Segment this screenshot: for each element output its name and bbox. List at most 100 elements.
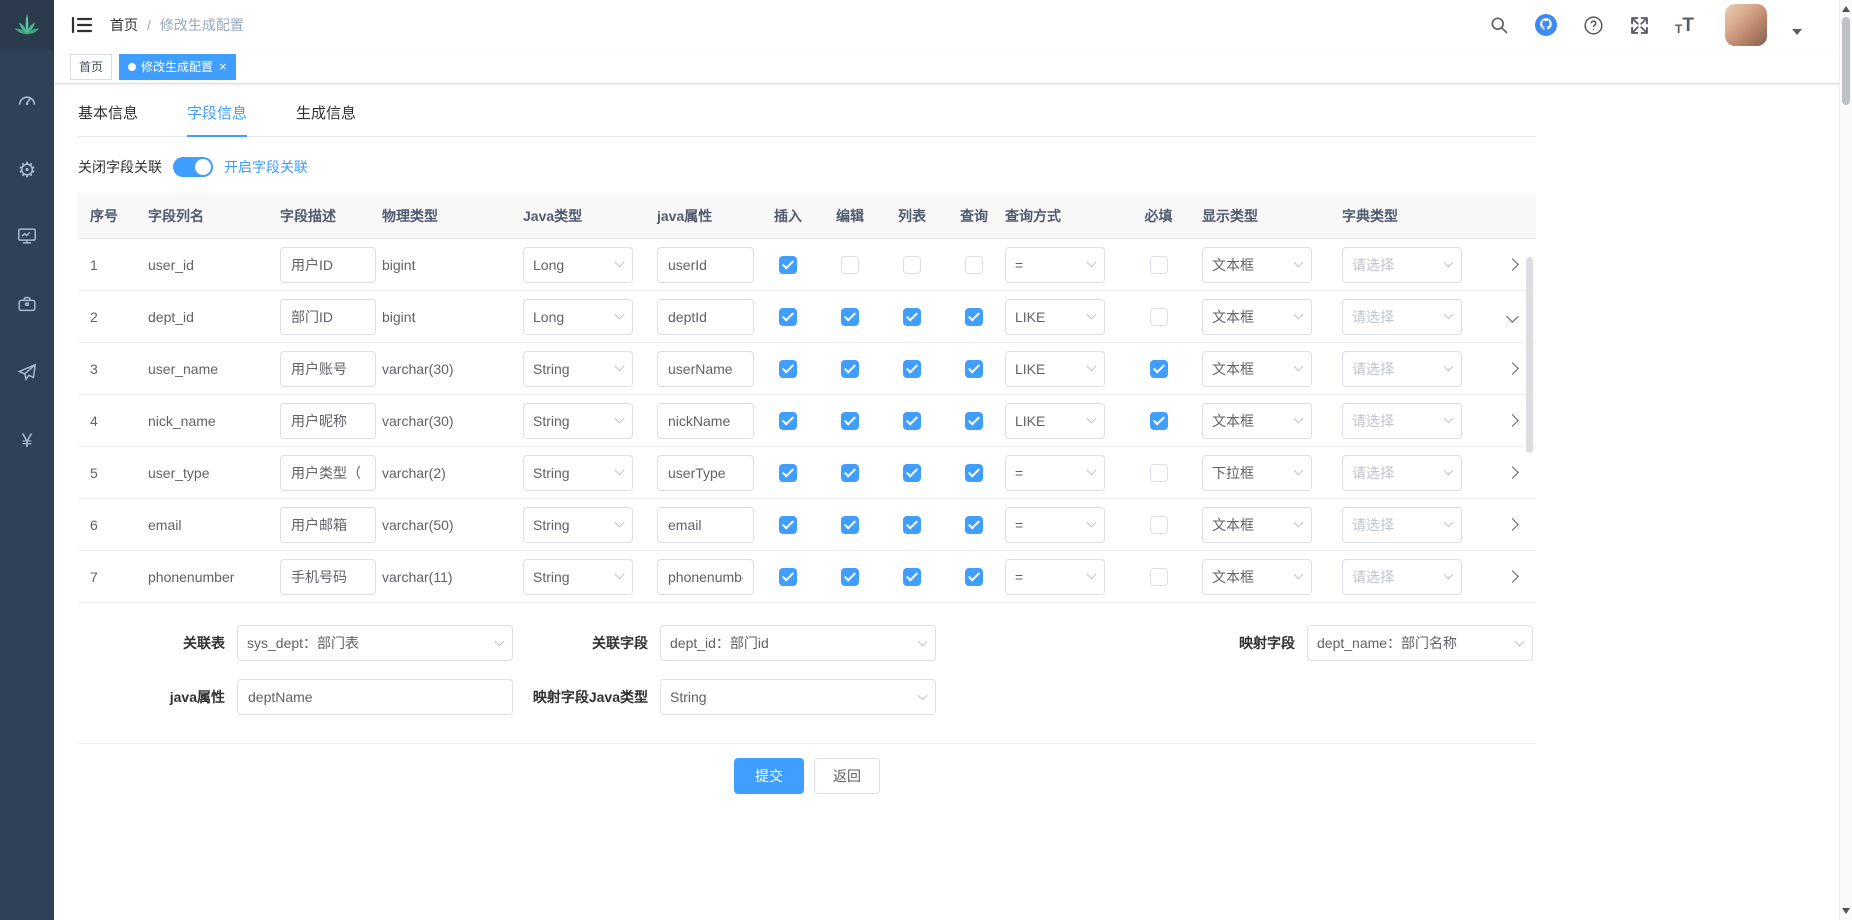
- back-button[interactable]: 返回: [814, 758, 880, 794]
- java-type-select[interactable]: Long: [523, 299, 633, 335]
- sidebar-item-finance[interactable]: ¥: [0, 408, 54, 476]
- html-type-select[interactable]: 文本框: [1202, 299, 1312, 335]
- dict-type-select[interactable]: 请选择: [1342, 507, 1462, 543]
- list-checkbox[interactable]: [903, 464, 921, 482]
- insert-checkbox[interactable]: [779, 360, 797, 378]
- submit-button[interactable]: 提交: [734, 758, 804, 794]
- help-icon[interactable]: [1583, 15, 1604, 36]
- required-checkbox[interactable]: [1150, 308, 1168, 326]
- java-field-input[interactable]: [657, 559, 754, 595]
- html-type-select[interactable]: 下拉框: [1202, 455, 1312, 491]
- edit-checkbox[interactable]: [841, 412, 859, 430]
- insert-checkbox[interactable]: [779, 568, 797, 586]
- description-input[interactable]: [280, 455, 376, 491]
- expand-row-icon[interactable]: [1506, 414, 1519, 427]
- query-checkbox[interactable]: [965, 516, 983, 534]
- sidebar-item-tool[interactable]: [0, 272, 54, 340]
- list-checkbox[interactable]: [903, 568, 921, 586]
- description-input[interactable]: [280, 507, 376, 543]
- font-size-icon[interactable]: TT: [1675, 16, 1694, 35]
- java-field-input[interactable]: [657, 299, 754, 335]
- expand-row-icon[interactable]: [1506, 466, 1519, 479]
- dict-type-select[interactable]: 请选择: [1342, 559, 1462, 595]
- edit-checkbox[interactable]: [841, 360, 859, 378]
- insert-checkbox[interactable]: [779, 308, 797, 326]
- description-input[interactable]: [280, 247, 376, 283]
- query-type-select[interactable]: LIKE: [1005, 299, 1105, 335]
- sidebar-item-monitor[interactable]: [0, 204, 54, 272]
- tab-basic-info[interactable]: 基本信息: [78, 102, 138, 123]
- java-field-input[interactable]: [657, 403, 754, 439]
- html-type-select[interactable]: 文本框: [1202, 247, 1312, 283]
- query-checkbox[interactable]: [965, 360, 983, 378]
- java-field-input[interactable]: [657, 455, 754, 491]
- query-checkbox[interactable]: [965, 464, 983, 482]
- html-type-select[interactable]: 文本框: [1202, 403, 1312, 439]
- required-checkbox[interactable]: [1150, 256, 1168, 274]
- edit-checkbox[interactable]: [841, 464, 859, 482]
- exp-java-field-input[interactable]: [237, 679, 513, 715]
- java-field-input[interactable]: [657, 351, 754, 387]
- dict-type-select[interactable]: 请选择: [1342, 455, 1462, 491]
- java-type-select[interactable]: String: [523, 455, 633, 491]
- insert-checkbox[interactable]: [779, 464, 797, 482]
- java-field-input[interactable]: [657, 507, 754, 543]
- tab-field-info[interactable]: 字段信息: [187, 102, 247, 123]
- edit-checkbox[interactable]: [841, 256, 859, 274]
- sidebar-collapse-icon[interactable]: [70, 15, 94, 35]
- required-checkbox[interactable]: [1150, 360, 1168, 378]
- list-checkbox[interactable]: [903, 308, 921, 326]
- dict-type-select[interactable]: 请选择: [1342, 351, 1462, 387]
- expand-row-icon[interactable]: [1506, 570, 1519, 583]
- github-icon[interactable]: [1534, 13, 1558, 37]
- dict-type-select[interactable]: 请选择: [1342, 247, 1462, 283]
- description-input[interactable]: [280, 299, 376, 335]
- insert-checkbox[interactable]: [779, 412, 797, 430]
- mapping-java-type-select[interactable]: String: [660, 679, 936, 715]
- query-checkbox[interactable]: [965, 412, 983, 430]
- html-type-select[interactable]: 文本框: [1202, 559, 1312, 595]
- required-checkbox[interactable]: [1150, 516, 1168, 534]
- edit-checkbox[interactable]: [841, 516, 859, 534]
- sidebar-item-deploy[interactable]: [0, 340, 54, 408]
- insert-checkbox[interactable]: [779, 256, 797, 274]
- java-type-select[interactable]: String: [523, 403, 633, 439]
- expand-row-icon[interactable]: [1506, 362, 1519, 375]
- java-type-select[interactable]: String: [523, 559, 633, 595]
- list-checkbox[interactable]: [903, 256, 921, 274]
- insert-checkbox[interactable]: [779, 516, 797, 534]
- tab-gen-info[interactable]: 生成信息: [296, 102, 356, 123]
- scroll-down-icon[interactable]: [1842, 908, 1850, 914]
- java-type-select[interactable]: String: [523, 507, 633, 543]
- list-checkbox[interactable]: [903, 360, 921, 378]
- expand-row-icon[interactable]: [1506, 310, 1519, 323]
- query-checkbox[interactable]: [965, 568, 983, 586]
- app-logo[interactable]: [0, 0, 54, 50]
- table-scrollbar-thumb[interactable]: [1526, 257, 1533, 453]
- tag-active-page[interactable]: 修改生成配置 ×: [119, 54, 236, 80]
- mapping-field-select[interactable]: dept_name：部门名称: [1307, 625, 1533, 661]
- dict-type-select[interactable]: 请选择: [1342, 299, 1462, 335]
- query-checkbox[interactable]: [965, 308, 983, 326]
- search-icon[interactable]: [1489, 15, 1509, 35]
- breadcrumb-home[interactable]: 首页: [110, 15, 138, 35]
- query-type-select[interactable]: LIKE: [1005, 403, 1105, 439]
- required-checkbox[interactable]: [1150, 464, 1168, 482]
- description-input[interactable]: [280, 403, 376, 439]
- description-input[interactable]: [280, 559, 376, 595]
- relation-field-select[interactable]: dept_id：部门id: [660, 625, 936, 661]
- query-type-select[interactable]: =: [1005, 507, 1105, 543]
- sidebar-item-dashboard[interactable]: [0, 68, 54, 136]
- query-type-select[interactable]: LIKE: [1005, 351, 1105, 387]
- required-checkbox[interactable]: [1150, 412, 1168, 430]
- required-checkbox[interactable]: [1150, 568, 1168, 586]
- relation-switch[interactable]: [173, 157, 213, 177]
- query-type-select[interactable]: =: [1005, 559, 1105, 595]
- description-input[interactable]: [280, 351, 376, 387]
- window-scrollbar-thumb[interactable]: [1842, 17, 1850, 105]
- expand-row-icon[interactable]: [1506, 258, 1519, 271]
- query-type-select[interactable]: =: [1005, 455, 1105, 491]
- java-field-input[interactable]: [657, 247, 754, 283]
- list-checkbox[interactable]: [903, 516, 921, 534]
- tag-home[interactable]: 首页: [70, 54, 112, 80]
